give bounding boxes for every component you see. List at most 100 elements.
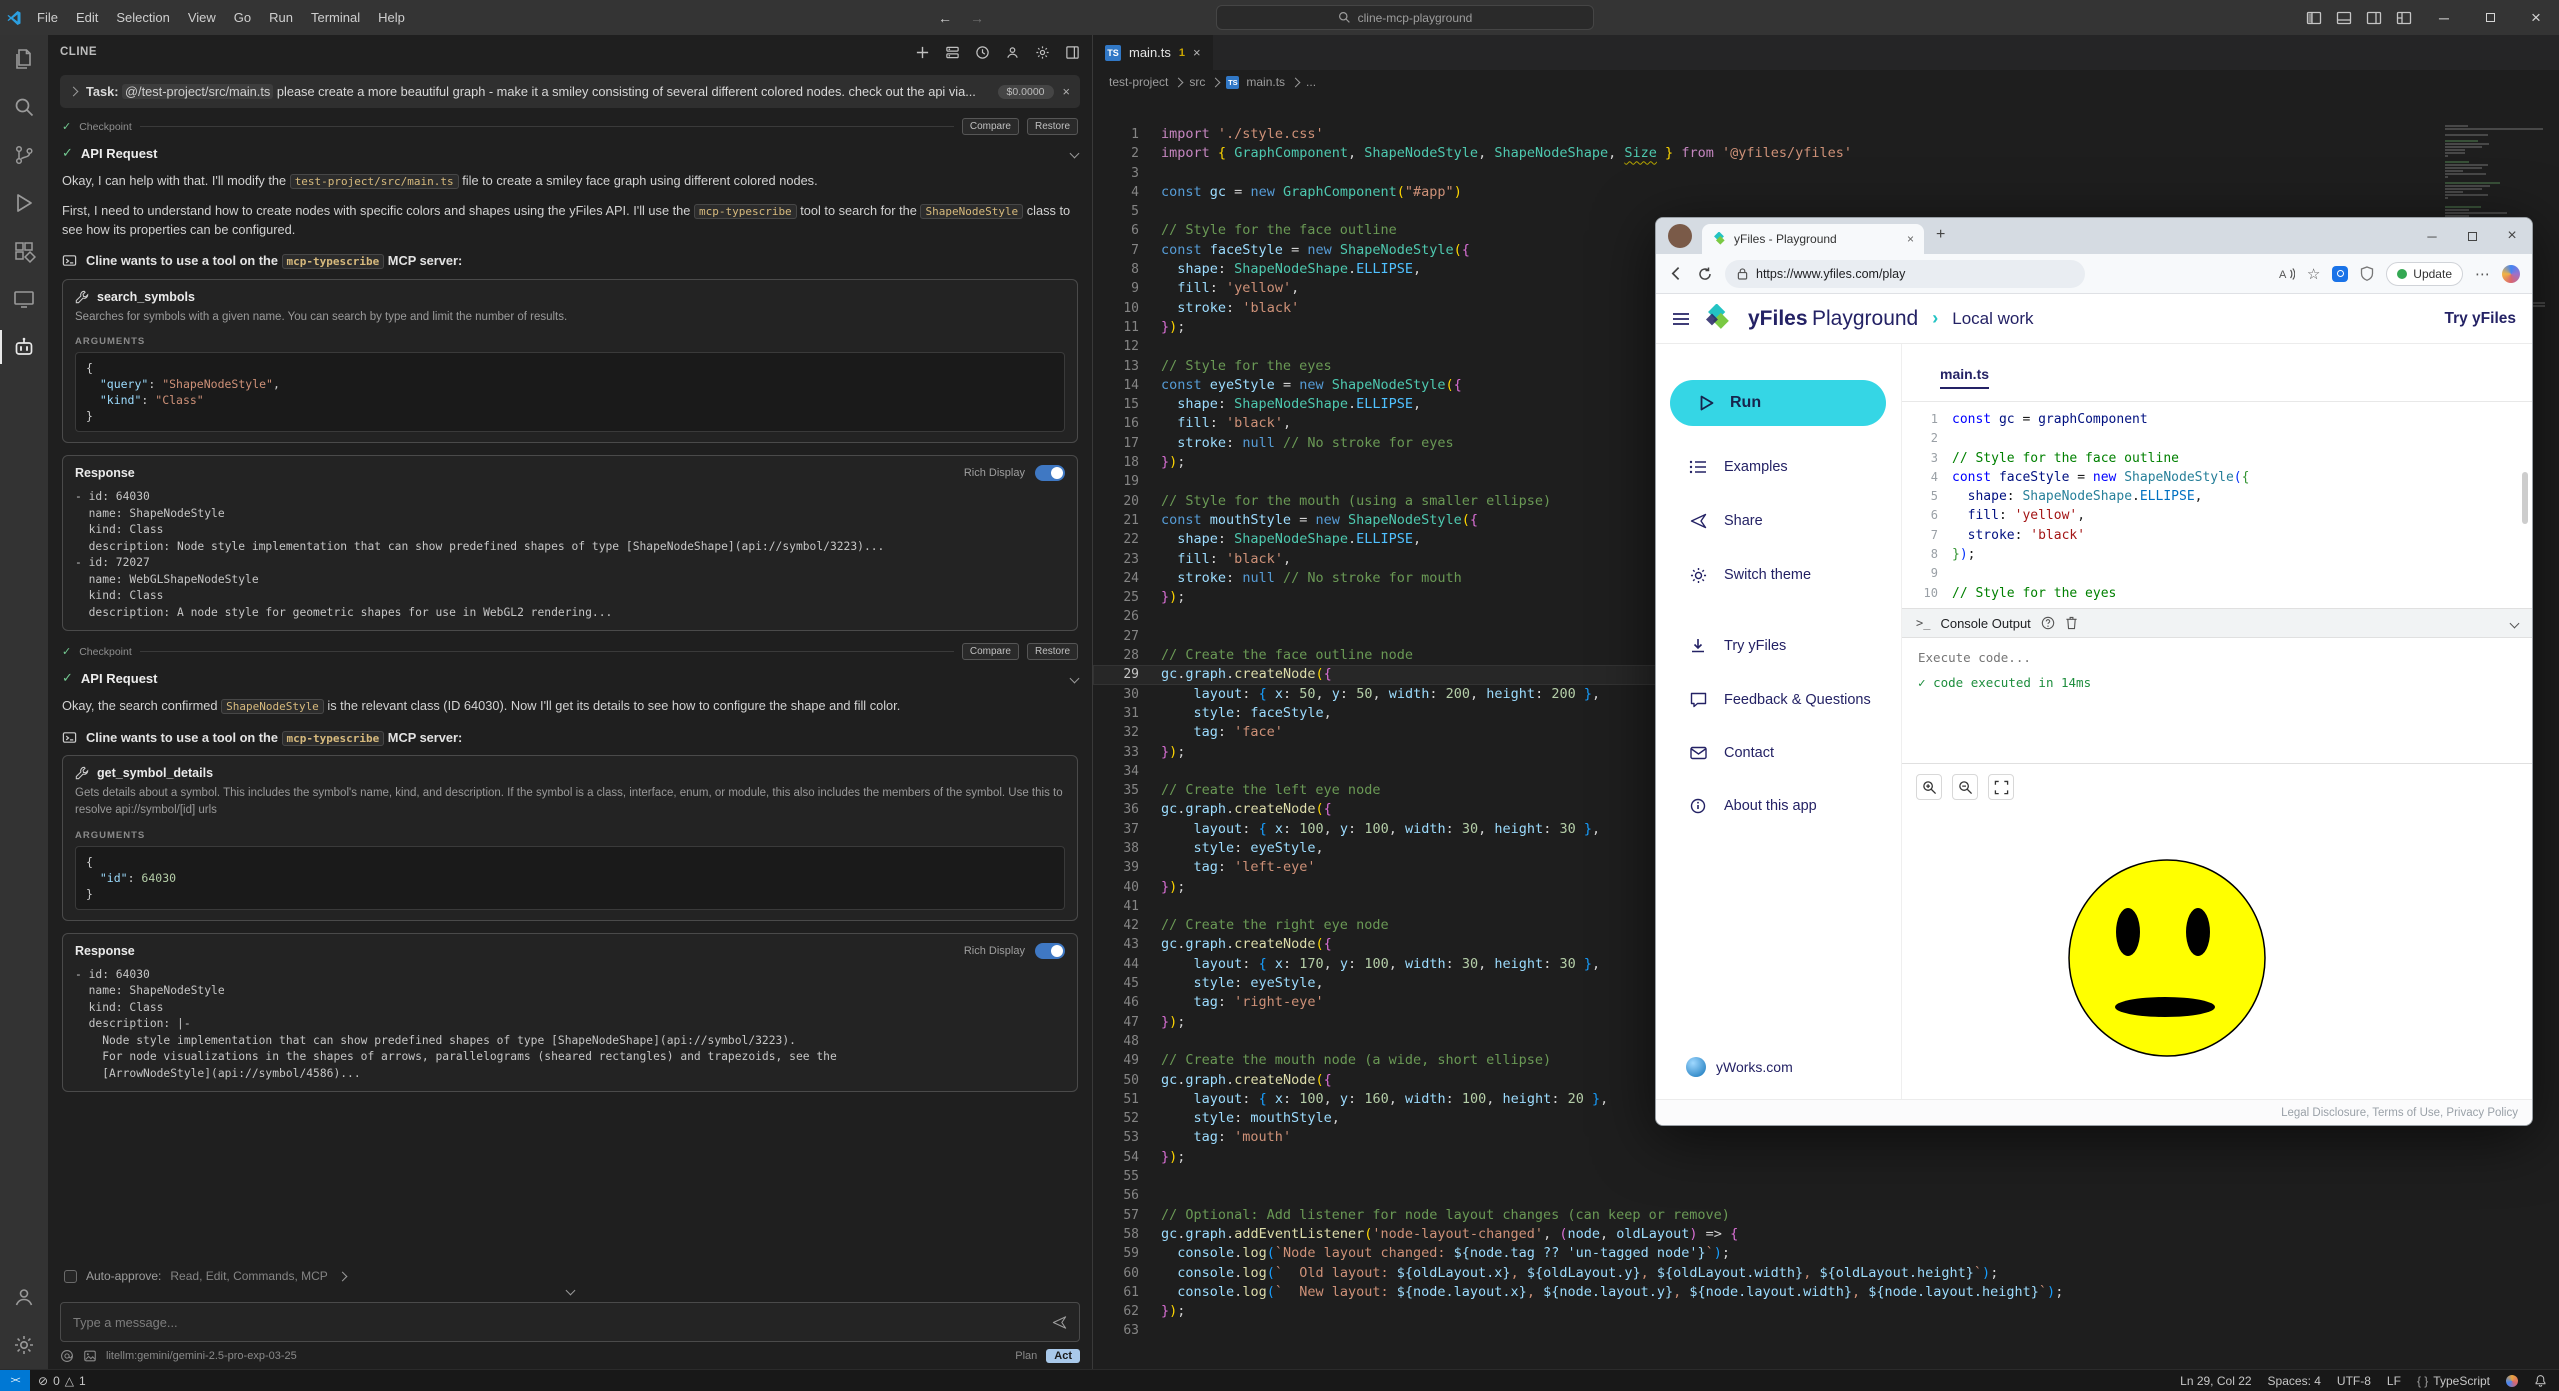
legal-links[interactable]: Legal Disclosure, Terms of Use, Privacy …	[2281, 1107, 2518, 1119]
api-request-row[interactable]: ✓API Request	[62, 145, 1078, 161]
browser-profile-avatar[interactable]	[1668, 224, 1692, 248]
extensions-icon[interactable]	[0, 227, 48, 275]
menu-view[interactable]: View	[179, 10, 225, 25]
copilot-icon[interactable]	[2502, 265, 2520, 283]
expand-auto-approve[interactable]	[60, 1287, 1080, 1294]
password-extension-icon[interactable]	[2332, 266, 2348, 282]
playground-tab-main-ts[interactable]: main.ts	[1940, 366, 1989, 389]
mouth-node[interactable]	[2115, 997, 2215, 1017]
menu-terminal[interactable]: Terminal	[302, 10, 369, 25]
mcp-servers-button[interactable]	[945, 45, 960, 60]
restore-button[interactable]: Restore	[1027, 643, 1078, 660]
window-close-button[interactable]: ×	[2513, 0, 2559, 35]
sidebar-item-try-yfiles[interactable]: Try yFiles	[1656, 628, 1901, 664]
command-center-search[interactable]: cline-mcp-playground	[1216, 5, 1594, 30]
new-task-button[interactable]	[915, 45, 930, 60]
menu-run[interactable]: Run	[260, 10, 302, 25]
remote-indicator[interactable]: ><	[0, 1370, 30, 1391]
tab-main-ts[interactable]: TS main.ts 1 ×	[1093, 35, 1213, 70]
api-request-row[interactable]: ✓API Request	[62, 670, 1078, 686]
act-toggle[interactable]: Act	[1046, 1349, 1080, 1363]
brand-name[interactable]: yFiles	[1748, 307, 1808, 330]
workspace-name[interactable]: Local work	[1952, 309, 2033, 329]
run-button[interactable]: Run	[1670, 380, 1886, 426]
browser-maximize-button[interactable]	[2452, 218, 2492, 254]
browser-back-icon[interactable]	[1668, 265, 1685, 282]
history-button[interactable]	[975, 45, 990, 60]
cline-settings-button[interactable]	[1035, 45, 1050, 60]
sidebar-item-about[interactable]: About this app	[1656, 788, 1901, 824]
source-control-icon[interactable]	[0, 131, 48, 179]
open-in-editor-button[interactable]	[1065, 45, 1080, 60]
layout-panel-bottom-icon[interactable]	[2330, 4, 2358, 32]
right-eye-node[interactable]	[2186, 908, 2210, 956]
compare-button[interactable]: Compare	[962, 118, 1019, 135]
breadcrumb[interactable]: test-project src TS main.ts ...	[1093, 70, 2559, 94]
browser-new-tab-button[interactable]: +	[1936, 226, 1945, 244]
settings-gear-icon[interactable]	[0, 1321, 48, 1369]
sidebar-item-share[interactable]: Share	[1656, 503, 1901, 539]
image-attach-icon[interactable]	[83, 1349, 97, 1363]
task-close-icon[interactable]: ×	[1063, 84, 1070, 99]
shield-extension-icon[interactable]	[2360, 266, 2374, 281]
tool-request-card[interactable]: get_symbol_details Gets details about a …	[62, 755, 1078, 920]
auto-approve-row[interactable]: Auto-approve: Read, Edit, Commands, MCP	[64, 1269, 1076, 1283]
menu-selection[interactable]: Selection	[107, 10, 178, 25]
remote-explorer-icon[interactable]	[0, 275, 48, 323]
notifications-bell-icon[interactable]	[2526, 1374, 2559, 1387]
nav-forward-icon[interactable]: →	[962, 10, 992, 26]
restore-button[interactable]: Restore	[1027, 118, 1078, 135]
menu-file[interactable]: File	[28, 10, 67, 25]
run-debug-icon[interactable]	[0, 179, 48, 227]
eol-sequence[interactable]: LF	[2379, 1374, 2409, 1388]
send-icon[interactable]	[1052, 1315, 1067, 1330]
yworks-link[interactable]: yWorks.com	[1686, 1057, 1793, 1077]
nav-back-icon[interactable]: ←	[930, 10, 960, 26]
task-expand-icon[interactable]	[69, 87, 79, 97]
indentation[interactable]: Spaces: 4	[2260, 1374, 2329, 1388]
browser-tab[interactable]: yFiles - Playground ×	[1702, 224, 1924, 254]
zoom-out-button[interactable]	[1952, 774, 1978, 800]
explorer-icon[interactable]	[0, 35, 48, 83]
left-eye-node[interactable]	[2116, 908, 2140, 956]
browser-close-button[interactable]: ×	[2492, 218, 2532, 254]
menu-help[interactable]: Help	[369, 10, 414, 25]
menu-edit[interactable]: Edit	[67, 10, 107, 25]
editor-scrollbar[interactable]	[2522, 472, 2528, 524]
console-help-icon[interactable]	[2041, 616, 2055, 630]
zoom-in-button[interactable]	[1916, 774, 1942, 800]
browser-update-button[interactable]: Update	[2386, 262, 2463, 286]
browser-tab-close-icon[interactable]: ×	[1907, 232, 1914, 246]
face-node[interactable]	[2069, 860, 2265, 1056]
tool-request-card[interactable]: search_symbols Searches for symbols with…	[62, 279, 1078, 444]
context-at-icon[interactable]	[60, 1349, 74, 1363]
fit-content-button[interactable]	[1988, 774, 2014, 800]
copilot-status-icon[interactable]	[2498, 1375, 2526, 1387]
favorite-star-icon[interactable]: ☆	[2307, 265, 2320, 283]
rich-display-toggle[interactable]	[1035, 465, 1065, 481]
layout-panel-left-icon[interactable]	[2300, 4, 2328, 32]
smiley-graph[interactable]	[2057, 848, 2277, 1068]
read-aloud-icon[interactable]: A	[2278, 266, 2295, 282]
menu-go[interactable]: Go	[225, 10, 260, 25]
problems-indicator[interactable]: ⊘0 △1	[30, 1374, 94, 1388]
account-button[interactable]	[1005, 45, 1020, 60]
browser-minimize-button[interactable]: ─	[2412, 218, 2452, 254]
sidebar-item-switch-theme[interactable]: Switch theme	[1656, 557, 1901, 593]
message-input[interactable]: Type a message...	[60, 1302, 1080, 1342]
language-mode[interactable]: { }TypeScript	[2409, 1374, 2498, 1388]
layout-customize-icon[interactable]	[2390, 4, 2418, 32]
cursor-position[interactable]: Ln 29, Col 22	[2172, 1374, 2259, 1388]
cline-conversation[interactable]: Task: @/test-project/src/main.ts please …	[48, 69, 1092, 1263]
console-collapse-icon[interactable]	[2510, 618, 2520, 628]
search-icon[interactable]	[0, 83, 48, 131]
task-header[interactable]: Task: @/test-project/src/main.ts please …	[60, 75, 1080, 108]
cline-extension-icon[interactable]	[0, 323, 48, 371]
playground-code-editor[interactable]: 1 const gc = graphComponent 2 3 // Style…	[1902, 402, 2532, 608]
graph-canvas[interactable]	[1902, 763, 2532, 1099]
window-maximize-button[interactable]	[2467, 0, 2513, 35]
console-clear-trash-icon[interactable]	[2065, 616, 2078, 630]
model-name[interactable]: litellm:gemini/gemini-2.5-pro-exp-03-25	[106, 1350, 297, 1362]
plan-toggle[interactable]: Plan	[1015, 1350, 1037, 1362]
window-minimize-button[interactable]: ─	[2421, 0, 2467, 35]
